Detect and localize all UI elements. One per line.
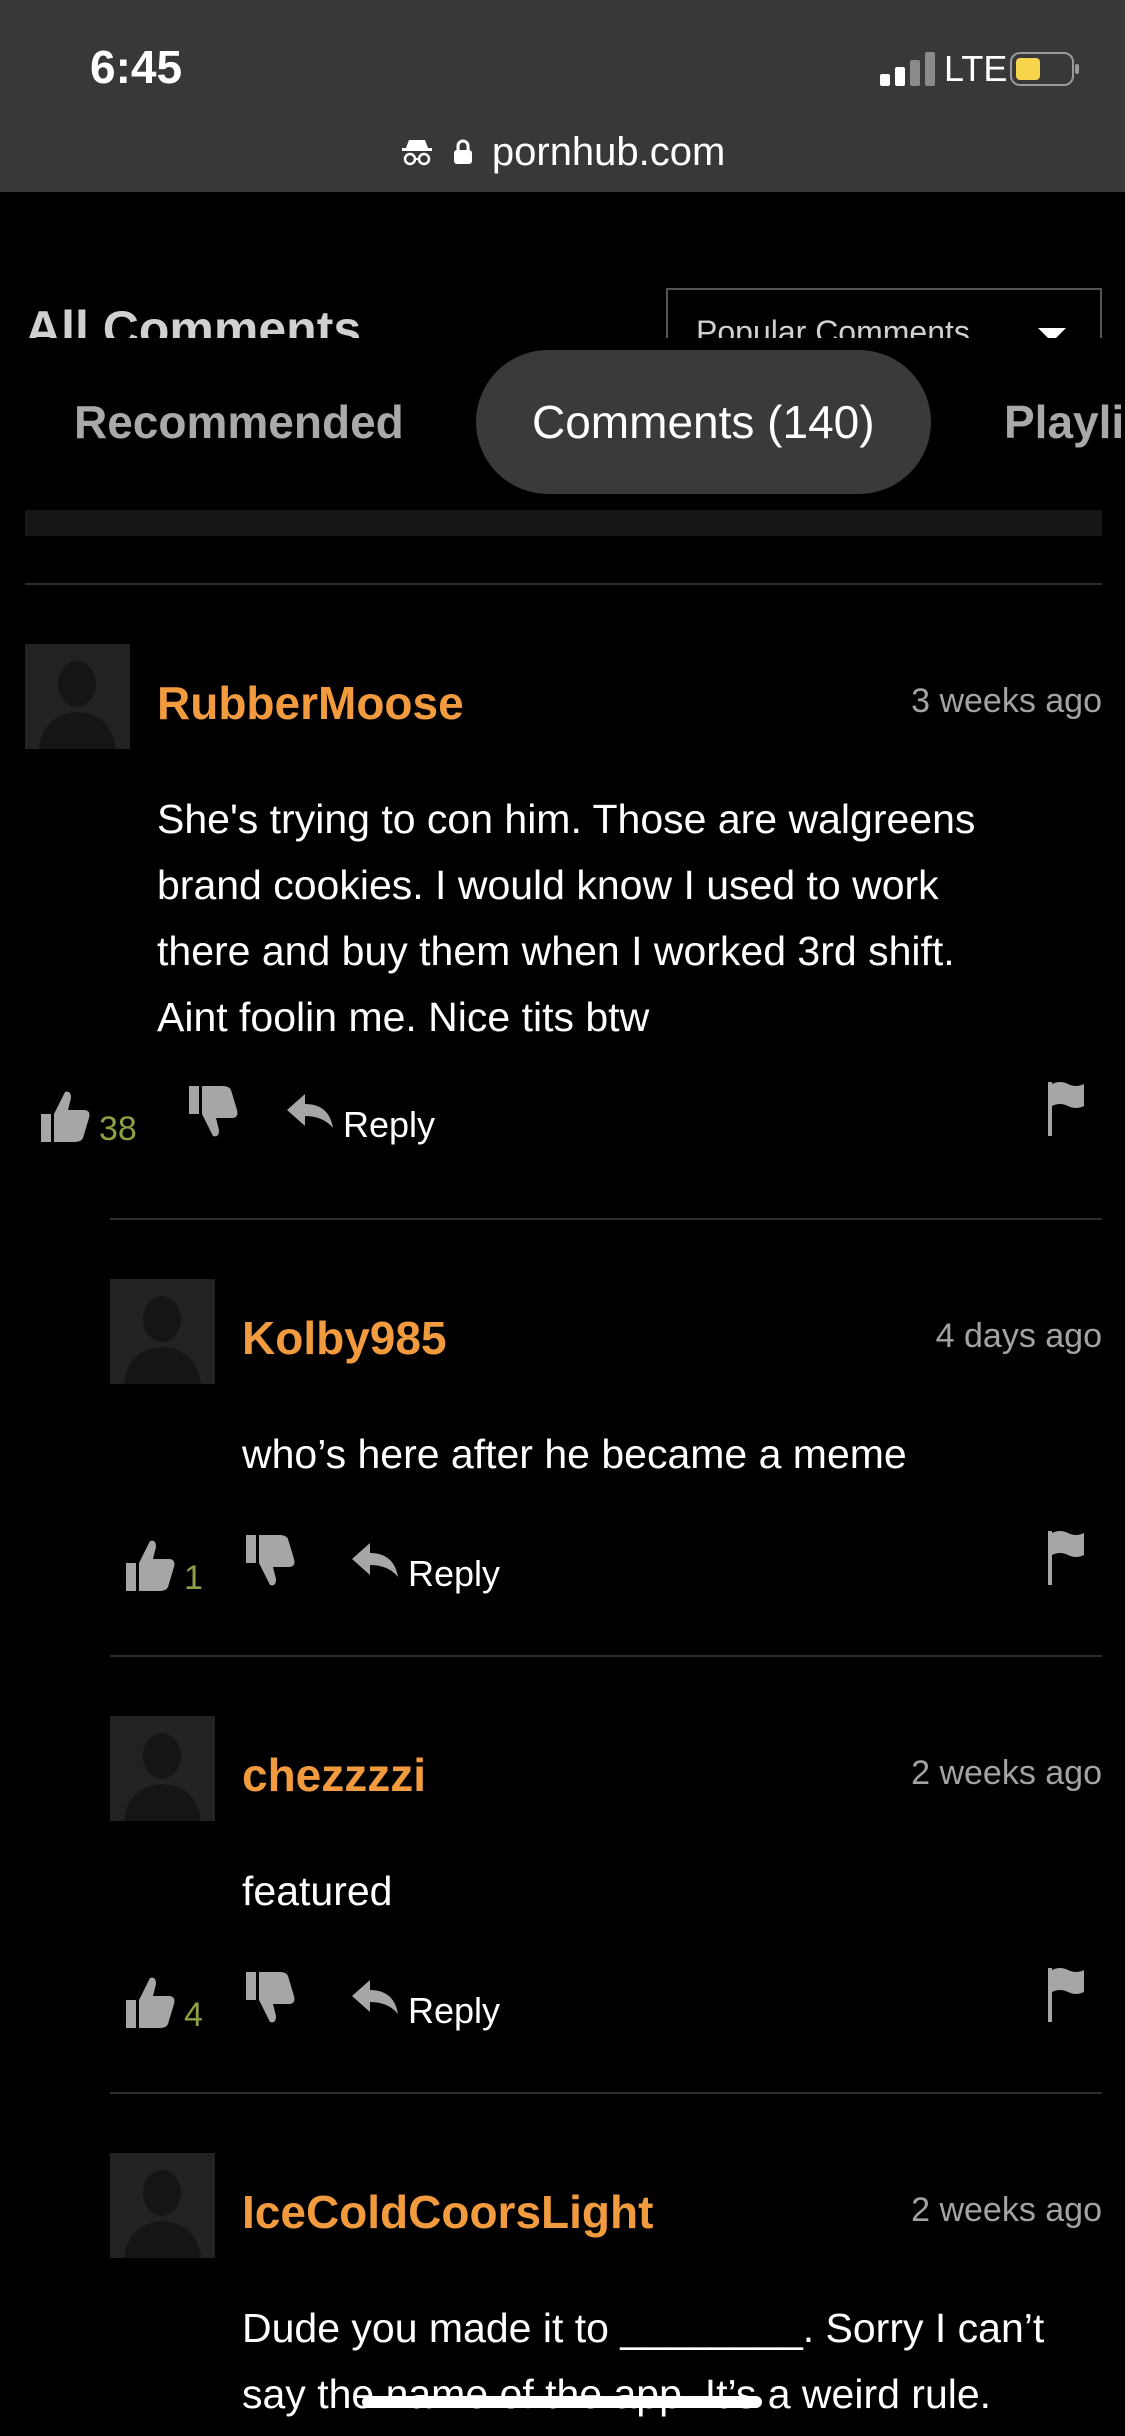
signal-icon — [880, 52, 935, 86]
chevron-down-icon — [1038, 328, 1066, 338]
comment-input-bar — [25, 510, 1102, 536]
tab-bar: Recommended Comments (140) Playli — [0, 338, 1125, 500]
comment-body-line: Dude you made it to ________. Sorry I ca… — [242, 2305, 1045, 2351]
lock-icon — [453, 140, 472, 165]
comment-timestamp: 2 weeks ago — [911, 2191, 1102, 2229]
browser-chrome: 6:45 LTE pornhub.com — [0, 0, 1125, 192]
comment-body-line: who’s here after he became a meme — [242, 1431, 907, 1477]
divider — [110, 2092, 1102, 2094]
sort-dropdown[interactable]: Popular Comments — [666, 288, 1102, 338]
reply-button[interactable]: Reply — [408, 1553, 500, 1595]
thumbs-down-icon[interactable] — [244, 1533, 296, 1589]
thumbs-down-icon[interactable] — [187, 1084, 239, 1140]
avatar[interactable] — [25, 644, 130, 749]
reply-arrow-icon[interactable] — [350, 1541, 400, 1581]
network-label: LTE — [944, 48, 1008, 89]
flag-icon[interactable] — [1046, 1080, 1086, 1138]
comment-reply: Kolby985 4 days ago who’s here after he … — [110, 1279, 1102, 1599]
comment-reply: IceColdCoorsLight 2 weeks ago Dude you m… — [110, 2153, 1102, 2436]
default-avatar-icon — [25, 644, 130, 749]
comment-body: featured — [242, 1858, 392, 1924]
comment-username[interactable]: chezzzzi — [242, 1748, 426, 1802]
comment-username[interactable]: RubberMoose — [157, 676, 464, 730]
thumbs-up-icon[interactable] — [39, 1088, 91, 1144]
comment-body-line: Aint foolin me. Nice tits btw — [157, 994, 650, 1040]
comment: RubberMoose 3 weeks ago She's trying to … — [25, 644, 1102, 1184]
avatar[interactable] — [110, 1716, 215, 1821]
reply-button[interactable]: Reply — [343, 1104, 435, 1146]
comment-body-line: She's trying to con him. Those are walgr… — [157, 796, 976, 842]
comment-body-line: featured — [242, 1868, 393, 1914]
address-bar[interactable]: pornhub.com — [0, 128, 1125, 175]
comment-actions: 1 Reply — [124, 1531, 1102, 1607]
flag-icon[interactable] — [1046, 1529, 1086, 1587]
default-avatar-icon — [110, 2153, 215, 2258]
like-count: 1 — [184, 1559, 203, 1597]
default-avatar-icon — [110, 1716, 215, 1821]
divider — [110, 1655, 1102, 1657]
avatar[interactable] — [110, 2153, 215, 2258]
comment-actions: 38 Reply — [39, 1082, 1102, 1158]
divider — [110, 1218, 1102, 1220]
flag-icon[interactable] — [1046, 1966, 1086, 2024]
thumbs-up-icon[interactable] — [124, 1974, 176, 2030]
reply-button[interactable]: Reply — [408, 1990, 500, 2032]
home-indicator[interactable] — [362, 2396, 762, 2408]
thumbs-down-icon[interactable] — [244, 1970, 296, 2026]
reply-arrow-icon[interactable] — [285, 1092, 335, 1132]
comment-timestamp: 2 weeks ago — [911, 1754, 1102, 1792]
sort-dropdown-value: Popular Comments — [696, 314, 970, 338]
comment-body: who’s here after he became a meme — [242, 1421, 907, 1487]
thumbs-up-icon[interactable] — [124, 1537, 176, 1593]
reply-arrow-icon[interactable] — [350, 1978, 400, 2018]
status-time: 6:45 — [90, 41, 183, 93]
comment-body-line: say the name of the app. It’s a weird ru… — [242, 2371, 992, 2417]
comment-username[interactable]: Kolby985 — [242, 1311, 447, 1365]
all-comments-heading: All Comments — [25, 301, 362, 338]
comment-username[interactable]: IceColdCoorsLight — [242, 2185, 653, 2239]
default-avatar-icon — [110, 1279, 215, 1384]
tab-playlists[interactable]: Playli — [1004, 350, 1124, 494]
comment-body: She's trying to con him. Those are walgr… — [157, 786, 975, 1050]
comment-reply: chezzzzi 2 weeks ago featured 4 Reply — [110, 1716, 1102, 2036]
tab-recommended[interactable]: Recommended — [74, 350, 404, 494]
battery-icon — [1010, 52, 1079, 86]
comment-body-line: brand cookies. I would know I used to wo… — [157, 862, 939, 908]
like-count: 38 — [99, 1110, 137, 1148]
tab-comments[interactable]: Comments (140) — [476, 350, 931, 494]
incognito-icon — [401, 140, 432, 166]
like-count: 4 — [184, 1996, 203, 2034]
comment-actions: 4 Reply — [124, 1968, 1102, 2044]
divider — [25, 583, 1102, 585]
avatar[interactable] — [110, 1279, 215, 1384]
comment-timestamp: 3 weeks ago — [911, 682, 1102, 720]
comment-timestamp: 4 days ago — [935, 1317, 1102, 1355]
comment-body-line: there and buy them when I worked 3rd shi… — [157, 928, 955, 974]
url-text: pornhub.com — [491, 129, 726, 174]
